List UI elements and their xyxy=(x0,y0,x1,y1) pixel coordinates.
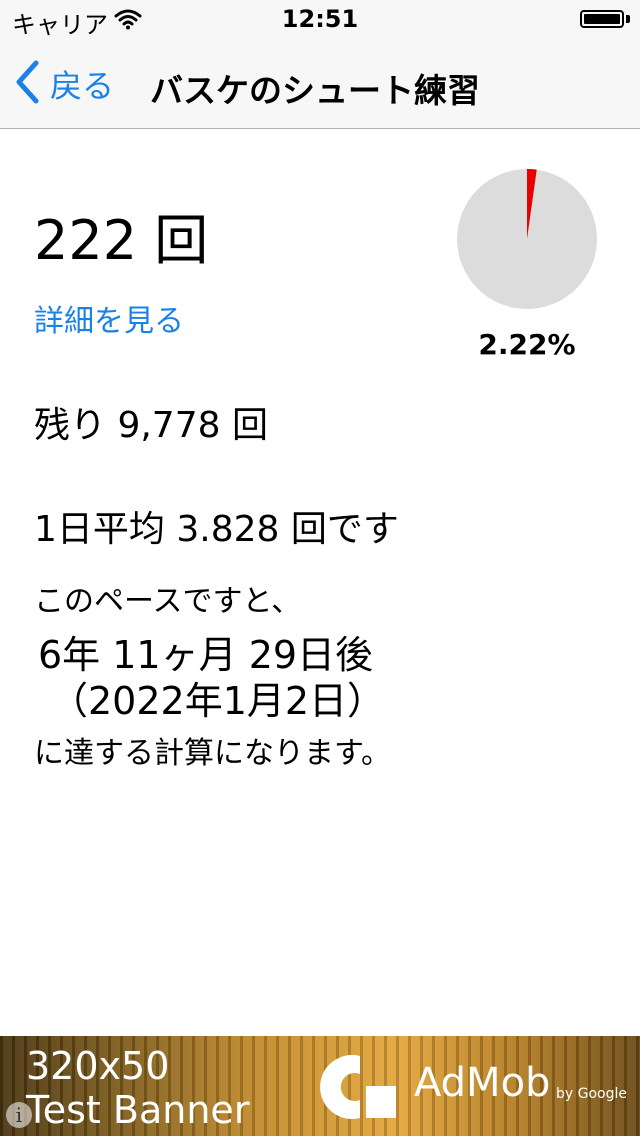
ad-test-label: Test Banner xyxy=(26,1088,250,1132)
back-label: 戻る xyxy=(50,67,115,105)
navigation-bar: 戻る バスケのシュート練習 xyxy=(0,40,640,129)
reach-text: に達する計算になります。 xyxy=(34,736,391,771)
back-button[interactable]: 戻る xyxy=(14,60,114,108)
admob-logo-icon xyxy=(320,1052,400,1126)
daily-average: 1日平均 3.828 回です xyxy=(34,509,399,550)
admob-by-google: by Google xyxy=(556,1086,627,1102)
estimated-date: （2022年1月2日） xyxy=(50,679,386,723)
chevron-left-icon xyxy=(14,60,50,108)
battery-icon xyxy=(580,10,624,28)
admob-brand: AdMob xyxy=(414,1060,551,1106)
page-title: バスケのシュート練習 xyxy=(150,71,480,110)
remaining-count: 残り 9,778 回 xyxy=(34,405,268,446)
ad-size-label: 320x50 xyxy=(26,1044,170,1088)
view-details-link[interactable]: 詳細を見る xyxy=(34,296,184,340)
pace-intro: このペースですと、 xyxy=(34,584,302,619)
screen: キャリア 12:51 戻る バスケのシュート練習 222 回 詳細を見る 2.2… xyxy=(0,0,640,1136)
status-time: 12:51 xyxy=(281,5,359,33)
shot-count: 222 回 xyxy=(34,209,209,272)
status-bar: キャリア 12:51 xyxy=(0,0,640,40)
ad-banner[interactable]: 320x50 Test Banner AdMob by Google xyxy=(0,1036,640,1136)
info-icon[interactable]: i xyxy=(6,1102,32,1128)
battery-cap xyxy=(626,15,630,23)
progress-pie-chart xyxy=(457,169,597,309)
progress-percent: 2.22% xyxy=(478,328,576,361)
